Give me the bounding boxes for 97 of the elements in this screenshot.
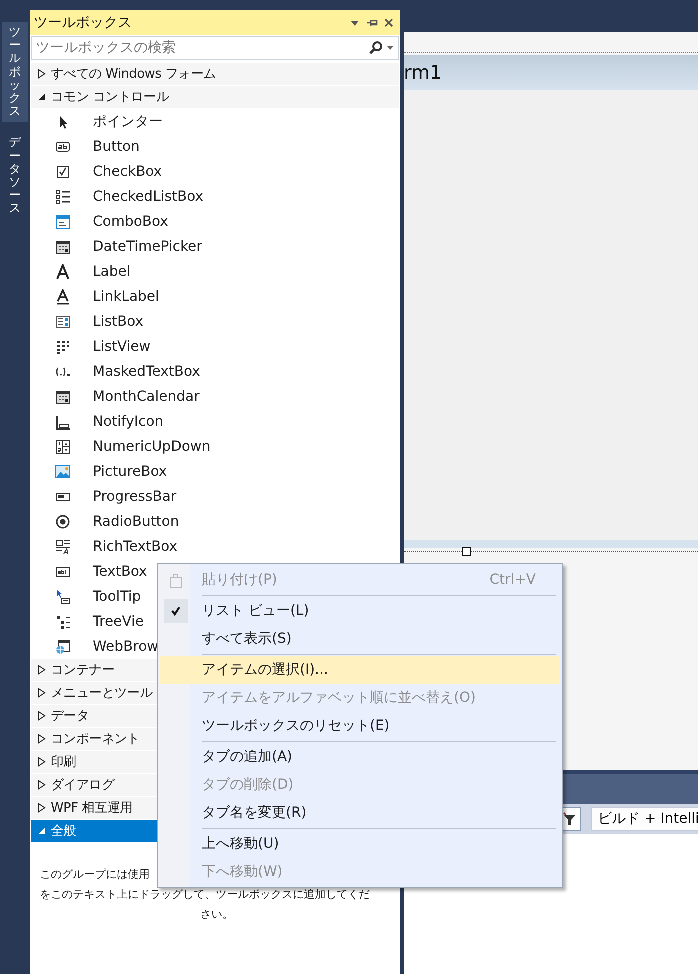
- collapsed-triangle-icon: [38, 711, 46, 721]
- category-label: データ: [51, 708, 90, 725]
- form-title: rm1: [404, 62, 442, 84]
- build-filter-dropdown[interactable]: ビルド + Intelli: [591, 807, 698, 831]
- note-text: をこのテキスト上にドラッグして、ツールボックスに追加してくだ: [40, 887, 370, 903]
- toolbox-item[interactable]: PictureBox: [93, 464, 168, 480]
- tree-icon: [55, 614, 71, 630]
- category-label: WPF 相互運用: [51, 800, 133, 817]
- underlined-letter-a-icon: [55, 288, 71, 304]
- toolbox-item[interactable]: LinkLabel: [93, 288, 160, 304]
- clipboard-icon: [169, 572, 183, 588]
- caret-icon: [387, 46, 394, 50]
- filter-icon: [563, 812, 577, 826]
- toolbox-item[interactable]: TextBox: [93, 564, 148, 580]
- menu-item[interactable]: 上へ移動(U): [160, 830, 560, 858]
- category-label: ダイアログ: [51, 777, 115, 794]
- expanded-triangle-icon: [38, 93, 46, 101]
- menu-item-label: タブの削除(D): [202, 776, 295, 794]
- collapsed-triangle-icon: [38, 757, 46, 767]
- toolbox-item[interactable]: WebBrow: [93, 638, 159, 654]
- menu-item-label: タブ名を変更(R): [202, 804, 308, 822]
- tray-icon: [55, 414, 71, 430]
- category-label: 印刷: [51, 754, 76, 771]
- collapsed-triangle-icon: [38, 803, 46, 813]
- calendar-icon: [55, 238, 71, 254]
- collapsed-triangle-icon: [38, 780, 46, 790]
- toolbox-item[interactable]: MaskedTextBox: [93, 364, 200, 380]
- menu-item[interactable]: リスト ビュー(L): [160, 597, 560, 625]
- toolbox-item[interactable]: ポインター: [93, 112, 163, 130]
- toolbox-item[interactable]: RadioButton: [93, 514, 180, 530]
- category-label: メニューとツール: [51, 685, 153, 702]
- browser-window-icon: [55, 638, 71, 654]
- collapsed-triangle-icon: [38, 69, 46, 79]
- letter-a-icon: [55, 264, 71, 280]
- toolbox-item[interactable]: RichTextBox: [93, 538, 178, 554]
- toolbox-item[interactable]: ListBox: [93, 314, 144, 330]
- menu-item-label: リスト ビュー(L): [202, 602, 310, 620]
- combo-box-icon: [55, 214, 71, 230]
- collapsed-triangle-icon: [38, 665, 46, 675]
- menu-item-label: アイテムの選択(I)...: [202, 661, 330, 679]
- toolbox-item[interactable]: CheckedListBox: [93, 188, 204, 204]
- menu-item[interactable]: タブ名を変更(R): [160, 799, 560, 827]
- toolbox-item[interactable]: ToolTip: [93, 588, 142, 604]
- menu-item-label: アイテムをアルファベット順に並べ替え(O): [202, 689, 477, 707]
- expanded-triangle-icon: [38, 827, 46, 835]
- close-icon[interactable]: [384, 18, 394, 28]
- menu-item-label: すべて表示(S): [202, 630, 293, 648]
- toolbox-item[interactable]: NumericUpDown: [93, 438, 211, 454]
- checked-list-icon: [55, 188, 71, 204]
- shortcut-text: Ctrl+V: [490, 572, 536, 588]
- dot-grid-icon: [55, 338, 71, 354]
- menu-item[interactable]: ツールボックスのリセット(E): [160, 712, 560, 740]
- toolbox-item[interactable]: CheckBox: [93, 164, 162, 180]
- toolbox-item[interactable]: NotifyIcon: [93, 414, 164, 430]
- note-text: このグループには使用: [40, 867, 150, 883]
- menu-item-label: ツールボックスのリセット(E): [202, 717, 391, 735]
- menu-item[interactable]: すべて表示(S): [160, 625, 560, 653]
- pin-icon[interactable]: [366, 18, 378, 28]
- search-field[interactable]: ツールボックスの検索: [31, 36, 399, 60]
- spin-box-icon: [55, 438, 71, 454]
- resize-handle[interactable]: [462, 547, 471, 556]
- note-text: さい。: [200, 907, 234, 923]
- toolbox-item[interactable]: ComboBox: [93, 214, 168, 230]
- menu-item[interactable]: タブの追加(A): [160, 743, 560, 771]
- rich-text-icon: [55, 538, 71, 554]
- category-label: コンポーネント: [51, 731, 140, 748]
- search-icon: [369, 41, 383, 55]
- side-tab[interactable]: ツールボックス: [2, 22, 28, 122]
- category-label: コモン コントロール: [51, 89, 170, 106]
- category-label: コンテナー: [51, 662, 115, 679]
- search-input[interactable]: ツールボックスの検索: [36, 40, 365, 56]
- tooltip-icon: [55, 588, 71, 604]
- image-icon: [55, 464, 71, 480]
- category-label: 全般: [51, 823, 76, 840]
- category-header[interactable]: コモン コントロール: [31, 86, 399, 108]
- toolbox-item[interactable]: TreeVie: [93, 614, 144, 630]
- toolbox-item[interactable]: MonthCalendar: [93, 388, 200, 404]
- category-label: すべての Windows フォーム: [51, 66, 216, 83]
- menu-item-label: 貼り付け(P): [202, 571, 278, 589]
- collapsed-triangle-icon: [38, 688, 46, 698]
- collapsed-triangle-icon: [38, 734, 46, 744]
- menu-item[interactable]: アイテムの選択(I)...: [160, 656, 560, 684]
- radio-button-icon: [55, 514, 71, 530]
- menu-item-label: 上へ移動(U): [202, 835, 280, 853]
- toolbox-item[interactable]: ListView: [93, 338, 151, 354]
- category-header[interactable]: すべての Windows フォーム: [31, 63, 399, 85]
- toolbox-item[interactable]: Button: [93, 138, 140, 154]
- check-icon: [171, 606, 181, 616]
- calendar-icon: [55, 388, 71, 404]
- menu-item-label: タブの追加(A): [202, 748, 294, 766]
- checkbox-icon: [55, 164, 71, 180]
- toolbox-item[interactable]: ProgressBar: [93, 488, 177, 504]
- toolbox-item[interactable]: Label: [93, 264, 131, 280]
- toolbox-item[interactable]: DateTimePicker: [93, 238, 202, 254]
- panel-title: ツールボックス: [34, 14, 132, 32]
- list-box-icon: [55, 314, 71, 330]
- menu-item-label: 下へ移動(W): [202, 863, 284, 881]
